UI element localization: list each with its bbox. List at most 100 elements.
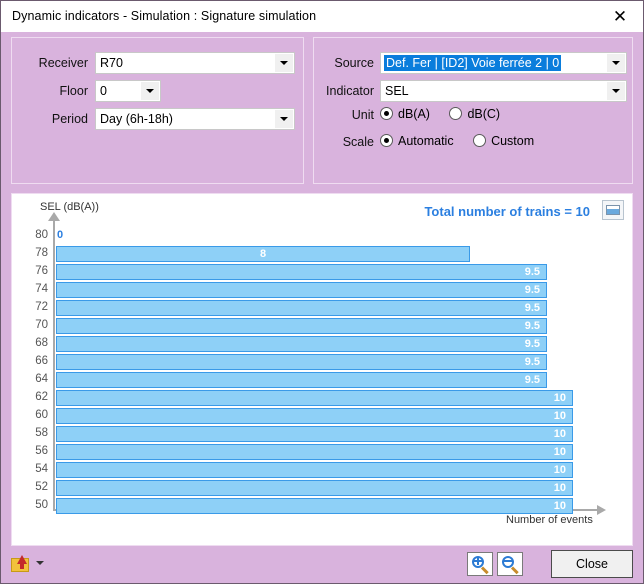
chart-row: 58 10: [12, 426, 632, 444]
unit-radio-dbc[interactable]: dB(C): [449, 107, 500, 121]
export-image-icon[interactable]: [602, 200, 624, 220]
unit-radio-dbc-label: dB(C): [467, 106, 501, 121]
radio-icon: [473, 134, 487, 148]
unit-label: Unit: [351, 108, 374, 122]
unit-radio-dba-label: dB(A): [398, 106, 430, 121]
y-tick-label: 70: [35, 319, 48, 331]
bar-value-label: 10: [553, 464, 566, 476]
bar-value-label: 8: [259, 248, 267, 260]
bar-value-label: 9.5: [524, 302, 540, 314]
chevron-down-icon[interactable]: [607, 82, 625, 100]
footer-bar: Close: [1, 546, 643, 583]
indicator-combo[interactable]: SEL: [380, 80, 627, 102]
chart-row: 64 9.5: [12, 372, 632, 390]
y-tick-label: 62: [35, 391, 48, 403]
bar[interactable]: 8: [56, 246, 470, 262]
unit-radio-dba[interactable]: dB(A): [380, 107, 430, 121]
bar[interactable]: 9.5: [56, 264, 547, 280]
indicator-value: SEL: [385, 84, 409, 98]
picture-icon: [606, 205, 620, 215]
y-tick-label: 66: [35, 355, 48, 367]
bar[interactable]: 10: [56, 426, 573, 442]
chevron-down-icon[interactable]: [607, 54, 625, 72]
bar-value-label: 10: [553, 482, 566, 494]
chart-row: 76 9.5: [12, 264, 632, 282]
scale-radio-automatic-label: Automatic: [398, 133, 454, 148]
y-tick-label: 64: [35, 373, 48, 385]
scale-radio-automatic[interactable]: Automatic: [380, 134, 454, 148]
bar-value-label: 0: [57, 229, 64, 241]
scale-radio-custom[interactable]: Custom: [473, 134, 534, 148]
bar[interactable]: 10: [56, 408, 573, 424]
chart-panel: SEL (dB(A)) Total number of trains = 10 …: [11, 193, 633, 546]
bar-value-label: 10: [553, 428, 566, 440]
bar[interactable]: 9.5: [56, 318, 547, 334]
zoom-out-button[interactable]: [497, 552, 523, 576]
chevron-down-icon[interactable]: [36, 561, 44, 565]
bar[interactable]: 9.5: [56, 336, 547, 352]
source-panel: Source Def. Fer | [ID2] Voie ferrée 2 | …: [313, 37, 633, 184]
bar[interactable]: 10: [56, 444, 573, 460]
chevron-down-icon[interactable]: [141, 82, 159, 100]
controls-area: Receiver R70 Floor 0 Period Day (6h-18h)…: [1, 32, 643, 189]
bar[interactable]: 9.5: [56, 354, 547, 370]
bar[interactable]: 10: [56, 462, 573, 478]
bar-value-label: 9.5: [524, 320, 540, 332]
source-combo[interactable]: Def. Fer | [ID2] Voie ferrée 2 | 0: [380, 52, 627, 74]
window-title: Dynamic indicators - Simulation : Signat…: [12, 9, 317, 23]
receiver-panel: Receiver R70 Floor 0 Period Day (6h-18h): [11, 37, 304, 184]
chart-bars: 80 0 78 8 76 9.5 74 9.5 72 9.5 70 9.5 68 9.5 66 9.5 64 9.…: [12, 228, 632, 516]
chart-area: SEL (dB(A)) Total number of trains = 10 …: [12, 194, 632, 545]
y-tick-label: 80: [35, 229, 48, 241]
export-folder-icon[interactable]: [11, 555, 33, 573]
floor-label: Floor: [59, 84, 88, 98]
bar-value-label: 10: [553, 392, 566, 404]
bar[interactable]: 9.5: [56, 372, 547, 388]
receiver-label: Receiver: [38, 56, 88, 70]
period-label: Period: [51, 112, 88, 126]
y-tick-label: 72: [35, 301, 48, 313]
y-tick-label: 74: [35, 283, 48, 295]
y-tick-label: 68: [35, 337, 48, 349]
period-combo[interactable]: Day (6h-18h): [95, 108, 295, 130]
close-button[interactable]: Close: [551, 550, 633, 578]
radio-icon: [380, 107, 393, 121]
chart-row: 62 10: [12, 390, 632, 408]
chart-row: 78 8: [12, 246, 632, 264]
total-trains-label: Total number of trains = 10: [424, 204, 590, 219]
y-tick-label: 78: [35, 247, 48, 259]
chart-row: 56 10: [12, 444, 632, 462]
chart-row: 60 10: [12, 408, 632, 426]
y-tick-label: 60: [35, 409, 48, 421]
magnifier-handle: [480, 566, 489, 575]
y-tick-label: 76: [35, 265, 48, 277]
scale-label: Scale: [342, 135, 374, 149]
bar[interactable]: 10: [56, 480, 573, 496]
dialog-window: Dynamic indicators - Simulation : Signat…: [0, 0, 644, 584]
close-icon[interactable]: ✕: [605, 6, 635, 28]
bar-value-label: 10: [553, 446, 566, 458]
bar-value-label: 9.5: [524, 374, 540, 386]
chevron-down-icon[interactable]: [275, 110, 293, 128]
bar-value-label: 10: [553, 410, 566, 422]
floor-combo[interactable]: 0: [95, 80, 161, 102]
chart-row: 52 10: [12, 480, 632, 498]
bar[interactable]: 9.5: [56, 300, 547, 316]
y-tick-label: 54: [35, 463, 48, 475]
chart-row: 80 0: [12, 228, 632, 246]
chart-row: 66 9.5: [12, 354, 632, 372]
bar[interactable]: 9.5: [56, 282, 547, 298]
bar[interactable]: 10: [56, 498, 573, 514]
source-label: Source: [334, 56, 374, 70]
bar[interactable]: 10: [56, 390, 573, 406]
chart-row: 74 9.5: [12, 282, 632, 300]
scale-radio-group: Automatic Custom: [380, 133, 550, 148]
chevron-down-icon[interactable]: [275, 54, 293, 72]
unit-radio-group: dB(A) dB(C): [380, 106, 516, 121]
chart-row: 70 9.5: [12, 318, 632, 336]
y-tick-label: 56: [35, 445, 48, 457]
zoom-in-button[interactable]: [467, 552, 493, 576]
receiver-combo[interactable]: R70: [95, 52, 295, 74]
indicator-label: Indicator: [326, 84, 374, 98]
chart-row: 72 9.5: [12, 300, 632, 318]
